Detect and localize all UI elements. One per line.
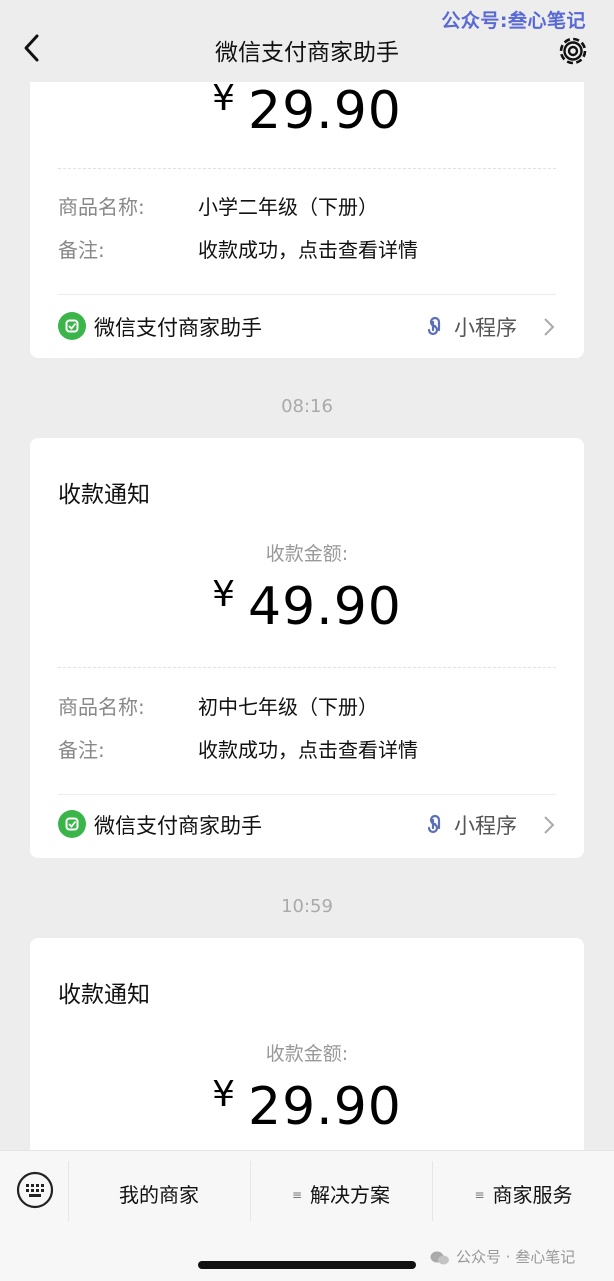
watermark-bottom: 公众号 · 叁心笔记 — [430, 1246, 575, 1267]
field-value: 小学二年级（下册） — [198, 195, 378, 219]
amount-value: ¥29.90 — [30, 1074, 584, 1137]
menu-merchant-services[interactable]: ≡ 商家服务 — [433, 1179, 614, 1208]
keyboard-icon[interactable] — [16, 1171, 54, 1209]
watermark-top: 公众号:叁心笔记 — [441, 10, 586, 32]
amount-value: ¥29.90 — [30, 78, 584, 141]
currency-symbol: ¥ — [212, 574, 237, 615]
divider — [58, 168, 556, 169]
mini-program-label: 小程序 — [454, 814, 517, 838]
payment-card[interactable]: 收款通知 收款金额: ¥49.90 商品名称: 初中七年级（下册） 备注: 收款… — [30, 438, 584, 858]
menu-my-merchants[interactable]: 我的商家 — [69, 1179, 249, 1208]
menu-label: 商家服务 — [492, 1183, 573, 1207]
brand-name: 微信支付商家助手 — [94, 814, 262, 838]
card-title: 收款通知 — [58, 982, 150, 1008]
amount-label: 收款金额: — [265, 543, 349, 565]
amount-number: 29.90 — [248, 81, 402, 141]
message-time: 10:59 — [281, 896, 333, 917]
message-time: 08:16 — [281, 396, 333, 417]
brand-logo-icon — [58, 810, 86, 838]
page-title: 微信支付商家助手 — [215, 40, 399, 66]
wechat-logo-icon — [430, 1251, 449, 1265]
mini-program-icon — [427, 814, 441, 834]
field-key: 备注: — [58, 738, 105, 762]
card-footer[interactable]: 微信支付商家助手 小程序 — [30, 794, 584, 856]
menu-solutions[interactable]: ≡ 解决方案 — [251, 1179, 431, 1208]
chevron-right-icon — [544, 816, 555, 834]
submenu-icon: ≡ — [474, 1188, 485, 1202]
amount-value: ¥49.90 — [30, 574, 584, 637]
brand-logo-icon — [58, 312, 86, 340]
field-value: 收款成功，点击查看详情 — [198, 238, 418, 262]
field-value: 初中七年级（下册） — [198, 695, 378, 719]
brand-name: 微信支付商家助手 — [94, 316, 262, 340]
currency-symbol: ¥ — [212, 78, 237, 119]
gear-icon[interactable] — [555, 33, 591, 69]
payment-card[interactable]: ¥29.90 商品名称: 小学二年级（下册） 备注: 收款成功，点击查看详情 微… — [30, 40, 584, 358]
field-key: 备注: — [58, 238, 105, 262]
card-title: 收款通知 — [58, 482, 150, 508]
submenu-icon: ≡ — [291, 1188, 303, 1202]
amount-number: 29.90 — [248, 1077, 402, 1137]
card-footer[interactable]: 微信支付商家助手 小程序 — [30, 296, 584, 358]
mini-program-label: 小程序 — [454, 316, 517, 340]
field-key: 商品名称: — [58, 195, 145, 219]
amount-label: 收款金额: — [265, 1043, 349, 1065]
menu-label: 解决方案 — [310, 1183, 391, 1207]
home-indicator[interactable] — [198, 1261, 416, 1269]
field-key: 商品名称: — [58, 695, 145, 719]
currency-symbol: ¥ — [212, 1074, 237, 1115]
top-nav-bar: 微信支付商家助手 公众号:叁心笔记 — [0, 0, 614, 82]
divider — [58, 667, 556, 668]
watermark-text: 公众号 · 叁心笔记 — [456, 1248, 576, 1266]
mini-program-icon — [427, 316, 441, 336]
bottom-menu-bar: 我的商家 ≡ 解决方案 ≡ 商家服务 公众号 · 叁心笔记 — [0, 1150, 614, 1281]
amount-number: 49.90 — [248, 577, 402, 637]
field-value: 收款成功，点击查看详情 — [198, 738, 418, 762]
chevron-right-icon — [544, 318, 555, 336]
divider — [58, 294, 556, 295]
